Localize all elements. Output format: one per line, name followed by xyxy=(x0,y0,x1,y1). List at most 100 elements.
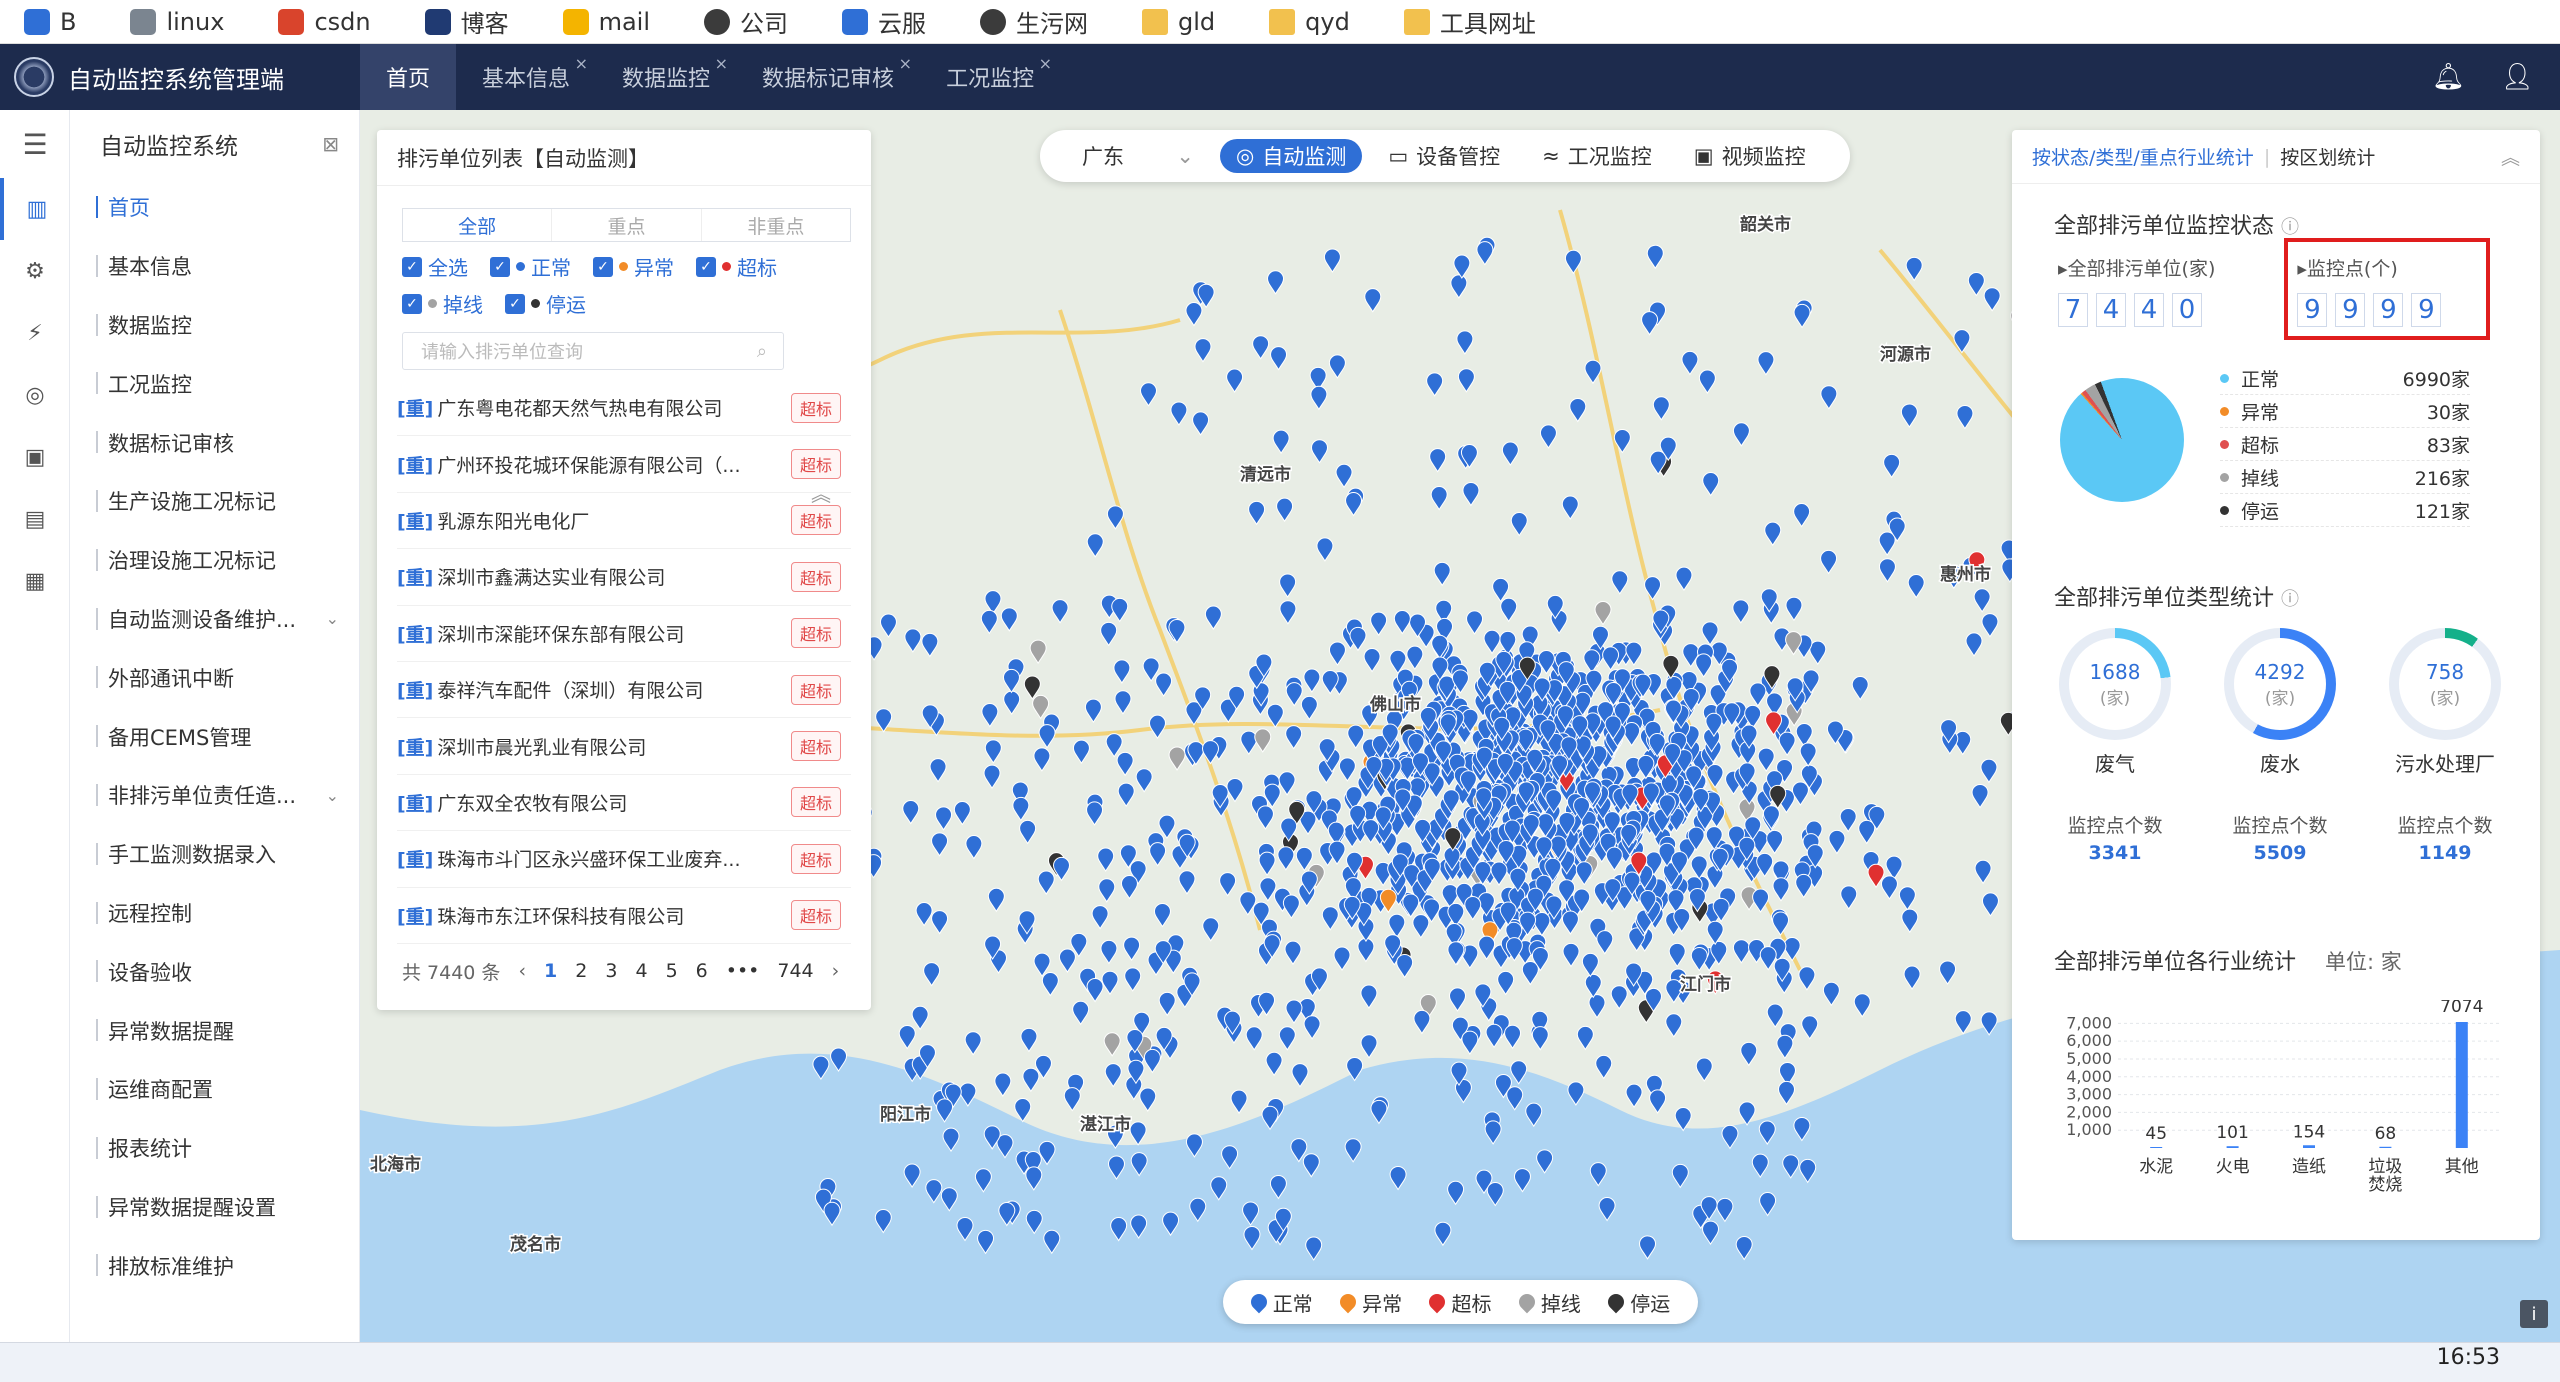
sidebar-item[interactable]: 远程控制 xyxy=(70,884,359,943)
list-item[interactable]: [重] 广州环投花城环保能源有限公司（... 超标 xyxy=(397,436,851,493)
help-icon[interactable]: ⓘ xyxy=(2281,217,2299,238)
bookmark-item[interactable]: linux xyxy=(130,8,224,36)
page-number[interactable]: 1 xyxy=(544,960,557,982)
tab-status-stats[interactable]: 按状态/类型/重点行业统计 xyxy=(2032,143,2254,170)
sidebar-item[interactable]: 非排污单位责任造... ⌄ xyxy=(70,766,359,825)
device-icon[interactable]: ▤ xyxy=(0,488,70,550)
list-item[interactable]: [重] 深圳市晨光乳业有限公司 超标 xyxy=(397,718,851,775)
legend-label: 超标 xyxy=(2241,434,2280,457)
bookmark-item[interactable]: 云服 xyxy=(842,4,926,39)
list-item[interactable]: [重] 广东双全农牧有限公司 超标 xyxy=(397,775,851,832)
page-number[interactable]: 5 xyxy=(666,960,678,982)
map-legend-item[interactable]: 停运 xyxy=(1604,1288,1670,1317)
sidebar-item[interactable]: 工况监控 xyxy=(70,354,359,413)
bookmark-item[interactable]: csdn xyxy=(278,8,371,36)
unit-search-input[interactable]: 请输入排污单位查询 ⌕ xyxy=(402,332,784,370)
sidebar-item[interactable]: 异常数据提醒设置 xyxy=(70,1178,359,1237)
collapse-sidebar-icon[interactable]: ⊠ xyxy=(322,132,339,156)
sidebar-item[interactable]: 外部通讯中断 xyxy=(70,648,359,707)
next-page-icon[interactable]: › xyxy=(832,960,840,982)
screen-icon[interactable]: ▣ xyxy=(0,426,70,488)
bookmark-item[interactable]: 博客 xyxy=(424,4,509,39)
segment-2[interactable]: 非重点 xyxy=(702,209,850,241)
toolbar-button-2[interactable]: ≈ 工况监控 xyxy=(1526,139,1668,173)
list-item[interactable]: [重] 乳源东阳光电化厂 超标 xyxy=(397,493,851,550)
bookmark-item[interactable]: qyd xyxy=(1269,8,1350,36)
sidebar-item[interactable]: 备用CEMS管理 xyxy=(70,707,359,766)
close-icon[interactable]: × xyxy=(1039,54,1052,73)
region-select[interactable]: 广东 ⌄ xyxy=(1040,141,1220,171)
map-legend-item[interactable]: 正常 xyxy=(1247,1288,1313,1317)
menu-toggle-icon[interactable]: ☰ xyxy=(0,110,70,178)
status-legend: 正常 6990家 异常 30家 超标 83家 掉线 216家 停运 121家 xyxy=(2220,362,2470,527)
collapse-panel-icon[interactable]: ︽ xyxy=(2501,143,2520,170)
dashboard-icon[interactable]: ▥ xyxy=(0,178,70,240)
list-item[interactable]: [重] 珠海市斗门区永兴盛环保工业废弃... 超标 xyxy=(397,831,851,888)
tab-1[interactable]: 基本信息 × xyxy=(456,44,596,110)
sidebar-item[interactable]: 设备验收 xyxy=(70,942,359,1001)
bookmark-item[interactable]: gld xyxy=(1142,8,1215,36)
bookmark-item[interactable]: 公司 xyxy=(704,4,788,39)
search-icon[interactable]: ⌕ xyxy=(757,341,767,362)
page-number[interactable]: ••• xyxy=(726,960,760,982)
page-number[interactable]: 744 xyxy=(777,960,813,982)
filter-checkbox[interactable]: ✓ 正常 xyxy=(490,252,571,281)
close-icon[interactable]: × xyxy=(899,54,912,73)
info-icon[interactable]: i xyxy=(2520,1300,2548,1328)
sidebar-item[interactable]: 数据标记审核 xyxy=(70,413,359,472)
page-number[interactable]: 3 xyxy=(605,960,617,982)
close-icon[interactable]: × xyxy=(575,54,588,73)
sidebar-item[interactable]: 治理设施工况标记 xyxy=(70,531,359,590)
list-item[interactable]: [重] 珠海市东江环保科技有限公司 超标 xyxy=(397,888,851,944)
sidebar-item[interactable]: 排放标准维护 xyxy=(70,1236,359,1295)
sidebar-item[interactable]: 基本信息 xyxy=(70,237,359,296)
tab-3[interactable]: 数据标记审核 × xyxy=(736,44,920,110)
bookmark-item[interactable]: B xyxy=(24,8,76,36)
tab-2[interactable]: 数据监控 × xyxy=(596,44,736,110)
sidebar-item[interactable]: 首页 xyxy=(70,178,359,237)
map-legend-item[interactable]: 异常 xyxy=(1336,1288,1402,1317)
sidebar-item[interactable]: 运维商配置 xyxy=(70,1060,359,1119)
sidebar-item[interactable]: 生产设施工况标记 xyxy=(70,472,359,531)
bookmark-item[interactable]: 生污网 xyxy=(980,4,1088,39)
tab-region-stats[interactable]: 按区划统计 xyxy=(2280,143,2375,170)
filter-checkbox[interactable]: ✓ 全选 xyxy=(402,252,468,281)
monitor-icon[interactable]: ⚡ xyxy=(0,302,70,364)
page-number[interactable]: 6 xyxy=(696,960,708,982)
segment-1[interactable]: 重点 xyxy=(552,209,702,241)
sidebar-item[interactable]: 手工监测数据录入 xyxy=(70,825,359,884)
toolbar-button-1[interactable]: ▭ 设备管控 xyxy=(1372,139,1516,173)
bookmark-item[interactable]: mail xyxy=(562,8,650,36)
sidebar-item[interactable]: 自动监测设备维护... ⌄ xyxy=(70,590,359,649)
toolbar-button-0[interactable]: ◎ 自动监测 xyxy=(1220,139,1363,173)
list-item[interactable]: [重] 广东粤电花都天然气热电有限公司 超标 xyxy=(397,380,851,437)
tab-4[interactable]: 工况监控 × xyxy=(920,44,1060,110)
sidebar-item[interactable]: 数据监控 xyxy=(70,296,359,355)
bell-icon[interactable]: 🔔︎ xyxy=(2432,62,2465,92)
tab-0[interactable]: 首页 xyxy=(360,44,457,110)
filter-checkbox[interactable]: ✓ 超标 xyxy=(696,252,777,281)
map-legend-item[interactable]: 掉线 xyxy=(1515,1288,1581,1317)
filter-checkbox[interactable]: ✓ 掉线 xyxy=(402,289,483,318)
filter-checkbox[interactable]: ✓ 异常 xyxy=(593,252,674,281)
map-legend-item[interactable]: 超标 xyxy=(1426,1288,1491,1317)
inspect-icon[interactable]: ◎ xyxy=(0,364,70,426)
help-icon[interactable]: ⓘ xyxy=(2281,589,2299,610)
close-icon[interactable]: × xyxy=(715,54,728,73)
toolbar-icon: ▭ xyxy=(1388,144,1409,168)
segment-0[interactable]: 全部 xyxy=(403,209,553,241)
user-icon[interactable]: 👤︎ xyxy=(2501,62,2534,92)
sidebar-item[interactable]: 异常数据提醒 xyxy=(70,1001,359,1060)
page-number[interactable]: 4 xyxy=(635,960,647,982)
bookmark-item[interactable]: 工具网址 xyxy=(1403,4,1536,39)
toolbar-button-3[interactable]: ▣ 视频监控 xyxy=(1678,139,1822,173)
list-item[interactable]: [重] 深圳市鑫满达实业有限公司 超标 xyxy=(397,549,851,606)
sidebar-item[interactable]: 报表统计 xyxy=(70,1119,359,1178)
prev-page-icon[interactable]: ‹ xyxy=(518,960,526,982)
list-item[interactable]: [重] 泰祥汽车配件（深圳）有限公司 超标 xyxy=(397,662,851,719)
report-icon[interactable]: ▦ xyxy=(0,550,70,612)
list-item[interactable]: [重] 深圳市深能环保东部有限公司 超标 xyxy=(397,606,851,662)
page-number[interactable]: 2 xyxy=(575,960,587,982)
settings-list-icon[interactable]: ⚙ xyxy=(0,240,70,302)
filter-checkbox[interactable]: ✓ 停运 xyxy=(505,289,586,318)
